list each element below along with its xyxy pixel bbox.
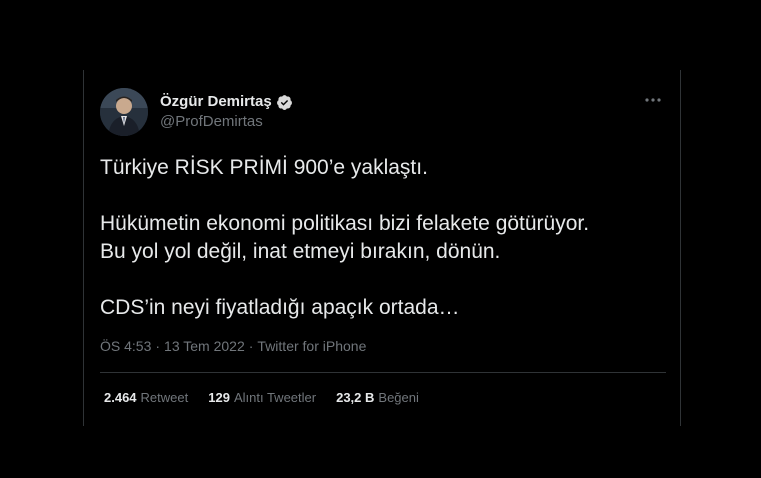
verified-badge-icon <box>276 94 293 111</box>
quote-tweets-count: 129 <box>208 390 230 405</box>
quote-tweets-label: Alıntı Tweetler <box>233 390 317 405</box>
engagement-stats: 2.464 Retweet 129 Alıntı Tweetler 23,2 B… <box>104 388 419 408</box>
avatar-photo-icon <box>100 88 148 136</box>
retweets-stat[interactable]: 2.464 Retweet <box>104 388 188 408</box>
quote-tweets-stat[interactable]: 129 Alıntı Tweetler <box>208 388 316 408</box>
meta-separator: · <box>248 338 254 354</box>
author-avatar[interactable] <box>100 88 148 136</box>
author-name-row: Özgür Demirtaş <box>160 92 293 112</box>
tweet-paragraph: Hükümetin ekonomi politikası bizi felake… <box>100 212 590 263</box>
more-horizontal-icon <box>645 98 661 102</box>
likes-stat[interactable]: 23,2 B Beğeni <box>336 388 419 408</box>
retweets-count: 2.464 <box>104 390 137 405</box>
tweet-date[interactable]: 13 Tem 2022 <box>164 336 245 356</box>
tweet-text: Türkiye RİSK PRİMİ 900’e yaklaştı. Hüküm… <box>100 154 670 322</box>
likes-count: 23,2 B <box>336 390 375 405</box>
meta-separator: · <box>155 338 161 354</box>
tweet-time[interactable]: ÖS 4:53 <box>100 336 151 356</box>
tweet-source[interactable]: Twitter for iPhone <box>257 336 366 356</box>
author-handle[interactable]: @ProfDemirtas <box>160 112 263 132</box>
tweet-paragraph: Türkiye RİSK PRİMİ 900’e yaklaştı. <box>100 156 428 179</box>
tweet-metadata: ÖS 4:53 · 13 Tem 2022 · Twitter for iPho… <box>100 336 366 356</box>
more-options-button[interactable] <box>641 90 665 110</box>
tweet-card: Özgür Demirtaş @ProfDemirtas Türkiye RİS… <box>83 70 681 426</box>
author-name[interactable]: Özgür Demirtaş <box>160 92 272 112</box>
retweets-label: Retweet <box>140 390 189 405</box>
likes-label: Beğeni <box>378 390 419 405</box>
divider <box>100 372 666 373</box>
tweet-paragraph: CDS’in neyi fiyatladığı apaçık ortada… <box>100 296 460 319</box>
